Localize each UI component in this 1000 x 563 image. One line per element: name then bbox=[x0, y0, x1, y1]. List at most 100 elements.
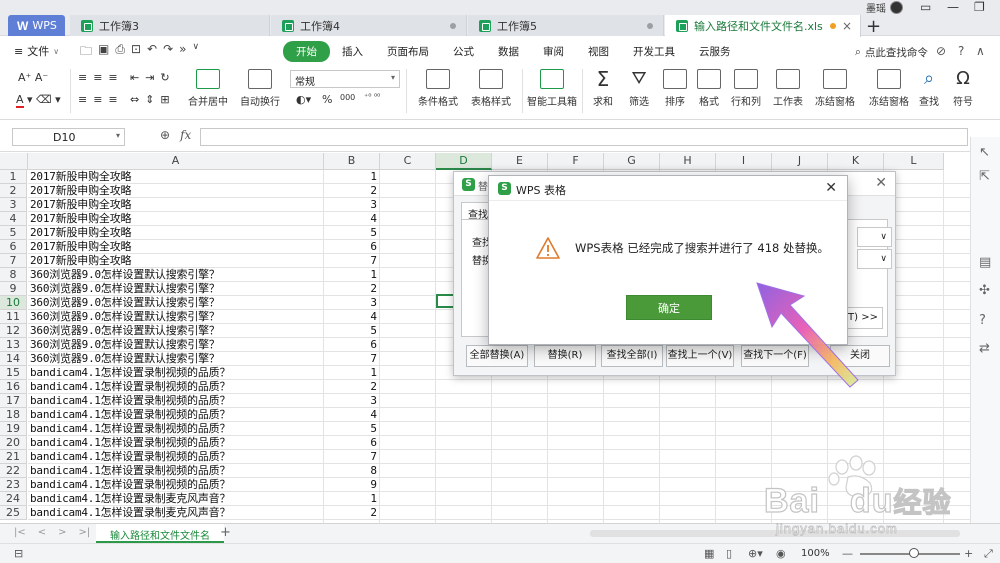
doc-tab-2[interactable]: 工作簿4 bbox=[271, 15, 467, 36]
freeze-panes-button[interactable]: 冻结窗格 bbox=[812, 69, 858, 108]
format-button[interactable]: 格式 bbox=[694, 69, 724, 108]
tab-data[interactable]: 数据 bbox=[486, 41, 531, 62]
cell-b[interactable]: 2 bbox=[324, 184, 380, 198]
cell-a[interactable]: 2017新股申购全攻略 bbox=[28, 240, 323, 254]
help-icon[interactable]: ? bbox=[958, 44, 964, 58]
cell-a[interactable]: 2017新股申购全攻略 bbox=[28, 170, 323, 184]
row-header[interactable]: 15 bbox=[0, 366, 27, 380]
cell-b[interactable]: 1 bbox=[324, 268, 380, 282]
decimal-buttons[interactable]: ⁺⁰ ⁰⁰ bbox=[364, 92, 380, 101]
align-left-icons[interactable]: ≡≡≡ bbox=[78, 93, 124, 106]
cell-a[interactable]: bandicam4.1怎样设置录制视频的品质？ bbox=[28, 380, 323, 394]
doc-tab-1[interactable]: 工作簿3 bbox=[70, 15, 270, 36]
save-icon[interactable]: ▣ bbox=[98, 42, 109, 63]
replace-all-button[interactable]: 全部替换(A) bbox=[466, 345, 528, 367]
sheet-tab-active[interactable]: 输入路径和文件文件名 bbox=[96, 524, 224, 543]
cell-b[interactable]: 8 bbox=[324, 464, 380, 478]
row-header[interactable]: 3 bbox=[0, 198, 27, 212]
page-break-icon[interactable]: ⊕▾ bbox=[748, 547, 763, 560]
cell-b[interactable]: 7 bbox=[324, 352, 380, 366]
row-header[interactable]: 11 bbox=[0, 310, 27, 324]
cell-b[interactable]: 4 bbox=[324, 408, 380, 422]
tools-icon[interactable]: ✣ bbox=[979, 283, 990, 298]
add-sheet-icon[interactable]: + bbox=[220, 525, 231, 540]
find-button[interactable]: ⌕ 查找 bbox=[914, 69, 944, 109]
cell-a[interactable]: bandicam4.1怎样设置录制视频的品质？ bbox=[28, 478, 323, 492]
row-header[interactable]: 6 bbox=[0, 240, 27, 254]
user-account[interactable]: 墨瑶 bbox=[866, 0, 903, 15]
row-header[interactable]: 18 bbox=[0, 408, 27, 422]
prev-sheet-icon[interactable]: < bbox=[38, 527, 46, 538]
cell-b[interactable]: 3 bbox=[324, 394, 380, 408]
tab-review[interactable]: 审阅 bbox=[531, 41, 576, 62]
print-icon[interactable]: ⎙ bbox=[115, 42, 125, 63]
column-header-a[interactable]: A bbox=[28, 153, 324, 170]
table-style-button[interactable]: 表格样式 bbox=[466, 69, 516, 108]
cell-b[interactable]: 6 bbox=[324, 338, 380, 352]
collaborate-icon[interactable]: ⊘ bbox=[936, 44, 946, 58]
row-header[interactable]: 23 bbox=[0, 478, 27, 492]
column-header-f[interactable]: F bbox=[548, 153, 604, 170]
merge-center-button[interactable]: 合并居中 bbox=[186, 69, 230, 108]
window-layout-icon[interactable]: ▭ bbox=[920, 0, 931, 14]
close-icon[interactable]: ✕ bbox=[825, 180, 837, 196]
row-header[interactable]: 22 bbox=[0, 464, 27, 478]
row-header[interactable]: 14 bbox=[0, 352, 27, 366]
cell-b[interactable]: 3 bbox=[324, 296, 380, 310]
column-header-b[interactable]: B bbox=[324, 153, 380, 170]
zoom-formula-icon[interactable]: ⊕ bbox=[160, 128, 170, 142]
sum-button[interactable]: Σ 求和 bbox=[588, 69, 618, 108]
tab-developer[interactable]: 开发工具 bbox=[621, 41, 687, 62]
row-header[interactable]: 17 bbox=[0, 394, 27, 408]
filter-button[interactable]: ⛛ 筛选 bbox=[624, 69, 654, 109]
restore-icon[interactable]: ❐ bbox=[974, 0, 985, 14]
number-format-select[interactable]: 常规 ▾ bbox=[290, 70, 400, 88]
row-header[interactable]: 25 bbox=[0, 506, 27, 520]
row-header[interactable]: 5 bbox=[0, 226, 27, 240]
new-tab-icon[interactable]: + bbox=[866, 16, 881, 37]
row-header[interactable]: 24 bbox=[0, 492, 27, 506]
collapse-ribbon-icon[interactable]: ∧ bbox=[976, 44, 985, 58]
thousands-button[interactable]: 000 bbox=[340, 93, 355, 102]
cell-b[interactable]: 3 bbox=[324, 198, 380, 212]
cell-b[interactable]: 2 bbox=[324, 282, 380, 296]
cell-a[interactable]: bandicam4.1怎样设置录制视频的品质？ bbox=[28, 408, 323, 422]
cursor-icon[interactable]: ↖ bbox=[979, 145, 990, 160]
normal-view-icon[interactable]: ▦ bbox=[704, 547, 714, 560]
freeze-panes-button-2[interactable]: 冻结窗格 bbox=[866, 69, 912, 108]
row-header[interactable]: 2 bbox=[0, 184, 27, 198]
cell-a[interactable]: 360浏览器9.0怎样设置默认搜索引擎？ bbox=[28, 268, 323, 282]
macro-icon[interactable]: ⊟ bbox=[14, 547, 23, 560]
cell-a[interactable]: bandicam4.1怎样设置录制视频的品质？ bbox=[28, 422, 323, 436]
row-header[interactable]: 7 bbox=[0, 254, 27, 268]
fx-icon[interactable]: fx bbox=[180, 128, 191, 142]
row-header[interactable]: 16 bbox=[0, 380, 27, 394]
percent-button[interactable]: % bbox=[322, 93, 332, 106]
column-header-k[interactable]: K bbox=[828, 153, 884, 170]
select-all-corner[interactable] bbox=[0, 153, 28, 170]
distribute-icons[interactable]: ⇔⇕⊞ bbox=[130, 93, 176, 106]
eye-protection-icon[interactable]: ◉ bbox=[776, 547, 786, 560]
file-menu[interactable]: ≡ 文件 ∨ bbox=[14, 43, 59, 59]
cell-a[interactable]: bandicam4.1怎样设置录制视频的品质？ bbox=[28, 464, 323, 478]
cell-a[interactable]: 360浏览器9.0怎样设置默认搜索引擎？ bbox=[28, 296, 323, 310]
font-color-icon[interactable]: A ▾ ⌫ ▾ bbox=[16, 93, 61, 108]
cell-a[interactable]: bandicam4.1怎样设置录制视频的品质？ bbox=[28, 436, 323, 450]
zoom-level[interactable]: 100% bbox=[801, 548, 830, 559]
next-sheet-icon[interactable]: > bbox=[58, 527, 66, 538]
open-folder-icon[interactable]: 🗀 bbox=[80, 42, 92, 63]
cell-b[interactable]: 6 bbox=[324, 436, 380, 450]
column-header-c[interactable]: C bbox=[380, 153, 436, 170]
replace-button[interactable]: 替换(R) bbox=[534, 345, 596, 367]
conditional-format-button[interactable]: 条件格式 bbox=[412, 69, 464, 108]
cell-b[interactable]: 4 bbox=[324, 310, 380, 324]
tab-page-layout[interactable]: 页面布局 bbox=[375, 41, 441, 62]
column-header-h[interactable]: H bbox=[660, 153, 716, 170]
print-preview-icon[interactable]: ⊡ bbox=[131, 42, 141, 63]
cell-a[interactable]: 360浏览器9.0怎样设置默认搜索引擎？ bbox=[28, 352, 323, 366]
cell-a[interactable]: 2017新股申购全攻略 bbox=[28, 226, 323, 240]
minimize-icon[interactable]: — bbox=[947, 0, 959, 14]
currency-icon[interactable]: ◐▾ bbox=[296, 93, 311, 106]
wps-home-button[interactable]: W WPS bbox=[8, 15, 65, 36]
close-icon[interactable]: ✕ bbox=[875, 175, 887, 191]
